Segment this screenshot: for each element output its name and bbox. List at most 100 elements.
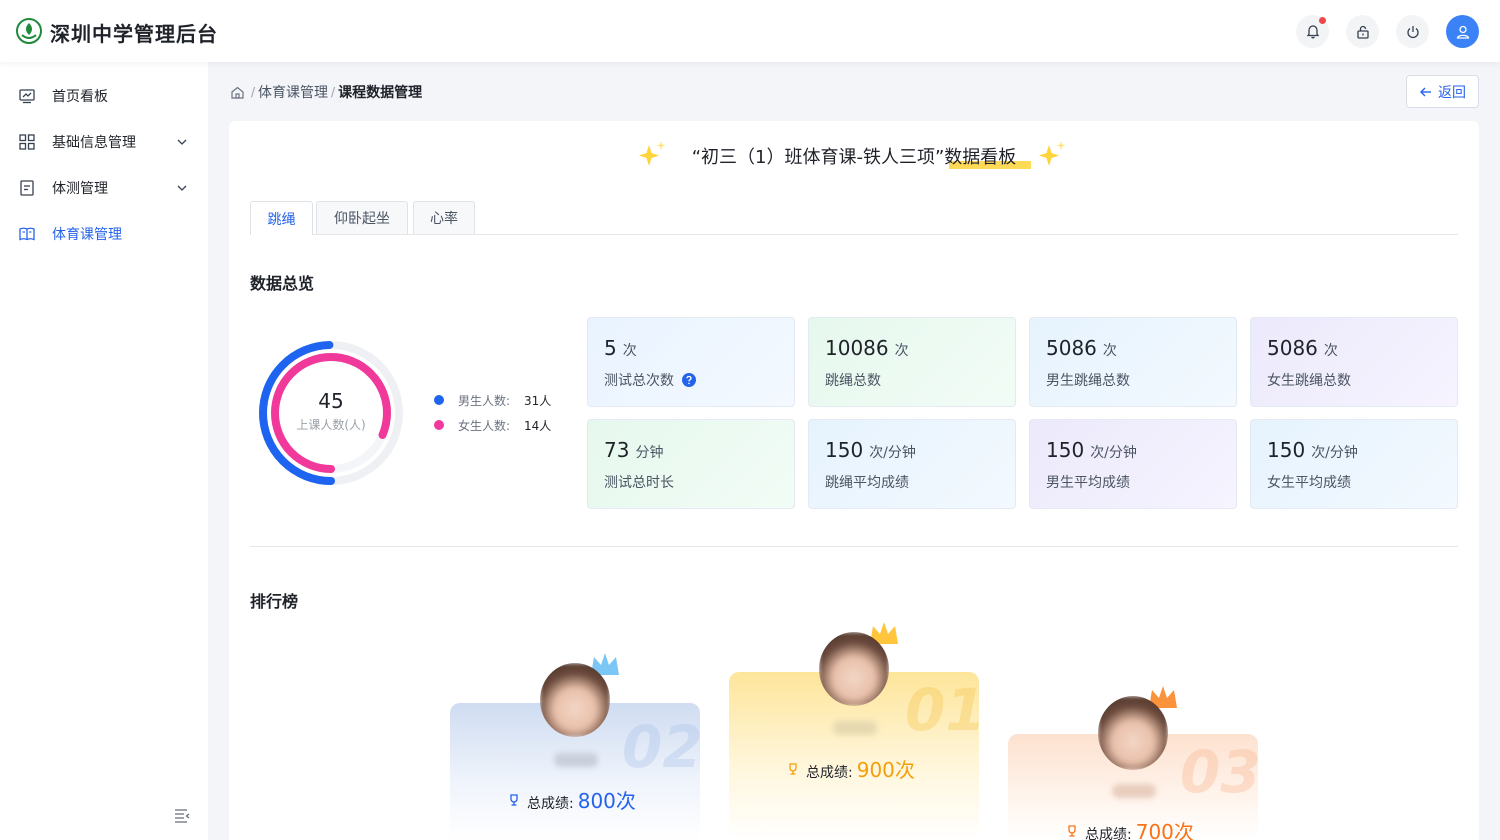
trophy-icon <box>510 793 518 806</box>
stat-label: 测试总时长 <box>604 475 674 491</box>
breadcrumb-separator: / <box>331 85 336 99</box>
stat-value: 150 <box>825 438 864 462</box>
stat-value-row: 73 分钟 <box>604 438 663 462</box>
stat-card-boys-avg: 150 次/分钟 男生平均成绩 <box>1029 419 1237 509</box>
stat-value: 150 <box>1267 438 1306 462</box>
breadcrumb-pe-class[interactable]: 体育课管理 <box>258 82 328 102</box>
tab-heart-rate[interactable]: 心率 <box>413 201 475 234</box>
stat-value-row: 150 次/分钟 <box>1267 438 1358 462</box>
app-title: 深圳中学管理后台 <box>50 22 218 46</box>
unlock-icon <box>1356 25 1369 39</box>
stat-card-jump-total: 10086 次 跳绳总数 <box>808 317 1016 407</box>
stat-value-row: 10086 次 <box>825 336 909 360</box>
stat-card-girls-jump-total: 5086 次 女生跳绳总数 <box>1250 317 1458 407</box>
stat-label: 男生平均成绩 <box>1046 475 1130 491</box>
stat-value-row: 150 次/分钟 <box>1046 438 1137 462</box>
stat-unit: 次/分钟 <box>869 445 916 461</box>
bell-icon <box>1306 24 1319 38</box>
stat-unit: 次/分钟 <box>1311 445 1358 461</box>
trophy-icon <box>1068 824 1076 837</box>
score-label: 总成绩: <box>527 796 574 812</box>
score-value: 800次 <box>577 789 636 813</box>
rank-number: 03 <box>1180 738 1261 806</box>
attendance-ring-chart <box>259 341 403 485</box>
legend-boys-value: 31人 <box>524 393 552 408</box>
avatar-photo <box>1098 696 1168 770</box>
notification-button[interactable] <box>1296 15 1329 48</box>
stat-label: 男生跳绳总数 <box>1046 373 1130 389</box>
sidebar-item-basic-info[interactable]: 基础信息管理 <box>0 122 208 162</box>
student-avatar-rank-2 <box>540 663 610 737</box>
rank-number: 01 <box>905 676 986 744</box>
top-header: 深圳中学管理后台 <box>0 0 1500 62</box>
stat-value: 5 <box>604 336 617 360</box>
school-logo-icon <box>16 18 42 44</box>
stat-unit: 次 <box>622 343 637 359</box>
breadcrumb-separator: / <box>251 85 256 99</box>
score-label: 总成绩: <box>806 765 853 781</box>
notification-dot <box>1319 17 1326 24</box>
back-button[interactable]: 返回 <box>1406 75 1479 108</box>
avatar-photo <box>819 632 889 706</box>
student-name-rank-3 <box>1112 784 1156 798</box>
stat-label: 跳绳平均成绩 <box>825 475 909 491</box>
power-button[interactable] <box>1396 15 1429 48</box>
chevron-down-icon <box>177 185 187 191</box>
help-icon[interactable] <box>682 373 696 387</box>
legend-dot-girls <box>434 420 444 430</box>
legend-girls-value: 14人 <box>524 418 552 433</box>
home-icon[interactable] <box>230 85 245 100</box>
ranking-section-title: 排行榜 <box>250 592 299 611</box>
legend-boys-name: 男生人数: <box>458 393 511 408</box>
rank-number: 02 <box>622 713 703 781</box>
chevron-down-icon <box>177 139 187 145</box>
collapse-sidebar-icon[interactable] <box>172 805 192 825</box>
stat-value-row: 5086 次 <box>1267 336 1338 360</box>
sidebar-item-label: 体育课管理 <box>52 227 122 243</box>
legend-dot-boys <box>434 395 444 405</box>
sidebar-item-dashboard[interactable]: 首页看板 <box>0 76 208 116</box>
trophy-icon <box>789 762 797 775</box>
stat-label: 测试总次数 <box>604 373 674 389</box>
sparkle-icon <box>1039 141 1066 166</box>
score-value: 900次 <box>856 758 915 782</box>
sidebar-item-physical-test[interactable]: 体测管理 <box>0 168 208 208</box>
legend-girls-name: 女生人数: <box>458 418 511 433</box>
stat-label: 女生平均成绩 <box>1267 475 1351 491</box>
stat-card-test-duration: 73 分钟 测试总时长 <box>587 419 795 509</box>
legend-girls: 女生人数: 14人 <box>434 417 551 433</box>
sidebar-item-pe-class[interactable]: 体育课管理 <box>0 214 208 254</box>
total-students-label: 上课人数(人) <box>296 418 366 432</box>
stat-card-boys-jump-total: 5086 次 男生跳绳总数 <box>1029 317 1237 407</box>
sidebar-item-label: 体测管理 <box>52 181 108 197</box>
student-name-rank-1 <box>833 721 877 735</box>
score-rank-2: 总成绩: 800次 <box>507 785 636 814</box>
book-icon <box>19 227 35 241</box>
stat-value: 10086 <box>825 336 889 360</box>
stat-unit: 次 <box>1102 343 1117 359</box>
lock-button[interactable] <box>1346 15 1379 48</box>
grid-icon <box>19 134 35 150</box>
board-title: “初三（1）班体育课-铁人三项”数据看板 <box>691 147 1017 168</box>
sparkle-icon <box>639 141 666 166</box>
score-rank-1: 总成绩: 900次 <box>786 754 915 783</box>
stat-label: 女生跳绳总数 <box>1267 373 1351 389</box>
user-icon <box>1456 25 1469 39</box>
score-rank-3: 总成绩: 700次 <box>1065 816 1194 840</box>
legend-boys: 男生人数: 31人 <box>434 392 551 408</box>
stat-card-jump-avg: 150 次/分钟 跳绳平均成绩 <box>808 419 1016 509</box>
stat-value: 73 <box>604 438 630 462</box>
student-avatar-rank-3 <box>1098 696 1168 770</box>
breadcrumb-course-data: 课程数据管理 <box>338 85 423 101</box>
tab-bar: 跳绳 仰卧起坐 心率 <box>250 201 1458 235</box>
back-button-label: 返回 <box>1438 84 1466 101</box>
sidebar: 首页看板 基础信息管理 体测管理 体育课管理 <box>0 62 208 840</box>
user-avatar-button[interactable] <box>1446 15 1479 48</box>
stat-card-girls-avg: 150 次/分钟 女生平均成绩 <box>1250 419 1458 509</box>
stat-label-row: 测试总次数 <box>604 370 696 390</box>
tab-sit-ups[interactable]: 仰卧起坐 <box>316 201 408 234</box>
tab-jump-rope[interactable]: 跳绳 <box>250 201 313 235</box>
data-board-panel: “初三（1）班体育课-铁人三项”数据看板 跳绳 仰卧起坐 心率 数据总览 45 … <box>229 121 1479 840</box>
stat-value-row: 5次 <box>604 336 637 360</box>
stat-unit: 次/分钟 <box>1090 445 1137 461</box>
